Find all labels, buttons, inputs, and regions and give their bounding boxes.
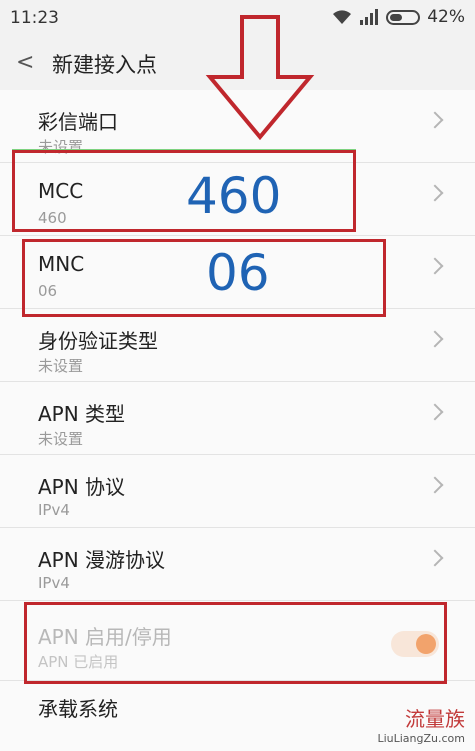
apn-enable-highlight-box [24, 602, 447, 684]
setting-apn-roaming-protocol[interactable]: APN 漫游协议 IPv4 [0, 528, 475, 601]
battery-percent: 42% [427, 7, 465, 27]
setting-label: APN 协议 [38, 475, 126, 499]
setting-label: 彩信端口 [38, 110, 118, 134]
down-arrow-icon [205, 15, 315, 140]
setting-apn-type[interactable]: APN 类型 未设置 [0, 382, 475, 455]
setting-label: 承载系统 [38, 697, 118, 721]
chevron-right-icon [426, 111, 444, 129]
watermark-logo: 流量族 LiuLiangZu.com [377, 703, 465, 745]
watermark-title: 流量族 [405, 707, 465, 731]
chevron-right-icon [426, 330, 444, 348]
setting-value: 未设置 [38, 357, 84, 375]
setting-label: APN 类型 [38, 402, 126, 426]
setting-label: 身份验证类型 [38, 329, 158, 353]
page-title: 新建接入点 [52, 53, 157, 77]
watermark-url: LiuLiangZu.com [377, 732, 465, 745]
setting-auth-type[interactable]: 身份验证类型 未设置 [0, 309, 475, 382]
chevron-right-icon [426, 184, 444, 202]
chevron-right-icon [426, 549, 444, 567]
battery-icon [386, 9, 421, 25]
chevron-right-icon [426, 403, 444, 421]
chevron-right-icon [426, 476, 444, 494]
signal-icon [360, 9, 379, 25]
setting-apn-protocol[interactable]: APN 协议 IPv4 [0, 455, 475, 528]
setting-label: APN 漫游协议 [38, 548, 166, 572]
status-icons: 42% [332, 7, 465, 27]
mcc-highlight-box [12, 150, 356, 232]
wifi-icon [333, 10, 352, 24]
setting-value: IPv4 [38, 501, 70, 519]
setting-value: 未设置 [38, 430, 84, 448]
back-arrow-icon[interactable]: < [16, 50, 34, 75]
mnc-highlight-box [22, 239, 386, 317]
chevron-right-icon [426, 257, 444, 275]
status-time: 11:23 [10, 8, 59, 28]
setting-value: IPv4 [38, 574, 70, 592]
mnc-annotation-number: 06 [206, 244, 270, 302]
mcc-annotation-number: 460 [186, 167, 282, 225]
